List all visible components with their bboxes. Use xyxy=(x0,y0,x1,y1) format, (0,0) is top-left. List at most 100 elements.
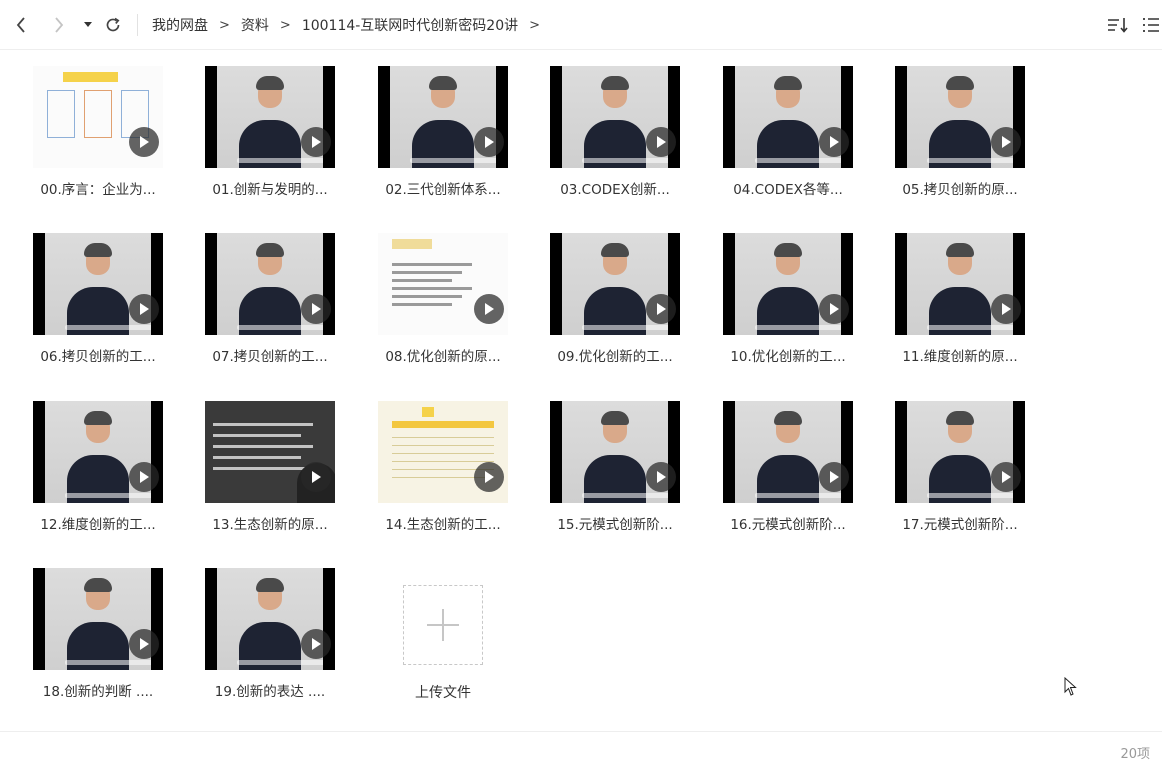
play-button[interactable] xyxy=(129,629,159,659)
chevron-right-icon xyxy=(55,17,64,33)
video-thumbnail xyxy=(205,401,335,503)
play-button[interactable] xyxy=(646,127,676,157)
play-icon xyxy=(312,136,321,148)
view-mode-button[interactable] xyxy=(1140,15,1162,35)
play-icon xyxy=(657,303,666,315)
video-thumbnail xyxy=(33,401,163,503)
file-name: 02.三代创新体系... xyxy=(385,182,501,198)
file-tile[interactable]: 04.CODEX各等... xyxy=(708,66,858,216)
file-name: 03.CODEX创新... xyxy=(560,182,670,198)
play-button[interactable] xyxy=(474,294,504,324)
play-icon xyxy=(1002,471,1011,483)
file-tile[interactable]: 14.生态创新的工... xyxy=(363,401,513,551)
video-thumbnail xyxy=(378,233,508,335)
play-icon xyxy=(312,471,321,483)
breadcrumb-separator: > xyxy=(529,17,541,33)
play-icon xyxy=(140,471,149,483)
video-thumbnail xyxy=(33,233,163,335)
file-tile[interactable]: 03.CODEX创新... xyxy=(535,66,685,216)
file-tile[interactable]: 08.优化创新的原... xyxy=(363,233,513,383)
file-tile[interactable]: 16.元模式创新阶... xyxy=(708,401,858,551)
video-thumbnail xyxy=(205,66,335,168)
back-button[interactable] xyxy=(11,15,31,35)
status-bar: 20项 xyxy=(0,731,1162,767)
item-count: 20项 xyxy=(1120,747,1150,762)
refresh-icon xyxy=(106,17,120,32)
chevron-left-icon xyxy=(16,17,25,33)
file-tile[interactable]: 06.拷贝创新的工... xyxy=(18,233,168,383)
video-thumbnail xyxy=(550,233,680,335)
file-tile[interactable]: 13.生态创新的原... xyxy=(190,401,340,551)
video-thumbnail xyxy=(378,66,508,168)
forward-button[interactable] xyxy=(49,15,69,35)
play-button[interactable] xyxy=(129,462,159,492)
file-tile[interactable]: 07.拷贝创新的工... xyxy=(190,233,340,383)
breadcrumb: 我的网盘 > 资料 > 100114-互联网时代创新密码20讲 > xyxy=(152,15,551,35)
play-button[interactable] xyxy=(646,294,676,324)
play-button[interactable] xyxy=(991,127,1021,157)
video-thumbnail xyxy=(33,66,163,168)
play-button[interactable] xyxy=(474,462,504,492)
sort-icon xyxy=(1108,18,1128,33)
video-thumbnail xyxy=(205,233,335,335)
toolbar: 我的网盘 > 资料 > 100114-互联网时代创新密码20讲 > xyxy=(0,0,1162,50)
file-tile[interactable]: 00.序言：企业为... xyxy=(18,66,168,216)
file-name: 17.元模式创新阶... xyxy=(902,517,1018,533)
play-button[interactable] xyxy=(819,462,849,492)
file-tile[interactable]: 05.拷贝创新的原... xyxy=(880,66,1030,216)
play-icon xyxy=(657,136,666,148)
file-tile[interactable]: 10.优化创新的工... xyxy=(708,233,858,383)
video-thumbnail xyxy=(723,66,853,168)
play-icon xyxy=(140,303,149,315)
file-name: 18.创新的判断 .... xyxy=(42,684,154,700)
sort-button[interactable] xyxy=(1107,15,1129,35)
play-button[interactable] xyxy=(819,127,849,157)
video-thumbnail xyxy=(895,66,1025,168)
play-button[interactable] xyxy=(129,294,159,324)
breadcrumb-item-folder[interactable]: 资料 xyxy=(241,15,269,35)
file-name: 10.优化创新的工... xyxy=(730,349,846,365)
file-tile[interactable]: 17.元模式创新阶... xyxy=(880,401,1030,551)
play-button[interactable] xyxy=(301,294,331,324)
video-thumbnail xyxy=(550,66,680,168)
plus-icon xyxy=(427,609,459,641)
video-thumbnail xyxy=(550,401,680,503)
file-tile[interactable]: 19.创新的表达 .... xyxy=(190,568,340,718)
file-name: 12.维度创新的工... xyxy=(40,517,156,533)
play-button[interactable] xyxy=(991,294,1021,324)
play-icon xyxy=(830,303,839,315)
play-button[interactable] xyxy=(301,462,331,492)
file-name: 08.优化创新的原... xyxy=(385,349,501,365)
play-button[interactable] xyxy=(129,127,159,157)
file-name: 13.生态创新的原... xyxy=(212,517,328,533)
file-name: 19.创新的表达 .... xyxy=(214,684,326,700)
play-icon xyxy=(485,136,494,148)
dropdown-triangle-icon xyxy=(84,22,92,27)
upload-file-label[interactable]: 上传文件 xyxy=(393,682,493,702)
play-button[interactable] xyxy=(301,629,331,659)
play-button[interactable] xyxy=(819,294,849,324)
breadcrumb-item-root[interactable]: 我的网盘 xyxy=(152,15,208,35)
play-icon xyxy=(312,303,321,315)
file-name: 16.元模式创新阶... xyxy=(730,517,846,533)
file-tile[interactable]: 15.元模式创新阶... xyxy=(535,401,685,551)
play-button[interactable] xyxy=(474,127,504,157)
file-tile[interactable]: 12.维度创新的工... xyxy=(18,401,168,551)
file-tile[interactable]: 09.优化创新的工... xyxy=(535,233,685,383)
list-view-icon xyxy=(1143,18,1159,32)
breadcrumb-item-current[interactable]: 100114-互联网时代创新密码20讲 xyxy=(302,15,518,35)
upload-file-button[interactable] xyxy=(403,585,483,665)
play-button[interactable] xyxy=(991,462,1021,492)
play-icon xyxy=(312,638,321,650)
file-tile[interactable]: 11.维度创新的原... xyxy=(880,233,1030,383)
file-tile[interactable]: 02.三代创新体系... xyxy=(363,66,513,216)
file-name: 07.拷贝创新的工... xyxy=(212,349,328,365)
file-name: 09.优化创新的工... xyxy=(557,349,673,365)
play-button[interactable] xyxy=(301,127,331,157)
mouse-cursor-icon xyxy=(1064,677,1077,696)
file-tile[interactable]: 18.创新的判断 .... xyxy=(18,568,168,718)
file-tile[interactable]: 01.创新与发明的... xyxy=(190,66,340,216)
play-button[interactable] xyxy=(646,462,676,492)
refresh-button[interactable] xyxy=(103,15,123,35)
history-dropdown-button[interactable] xyxy=(78,15,98,35)
